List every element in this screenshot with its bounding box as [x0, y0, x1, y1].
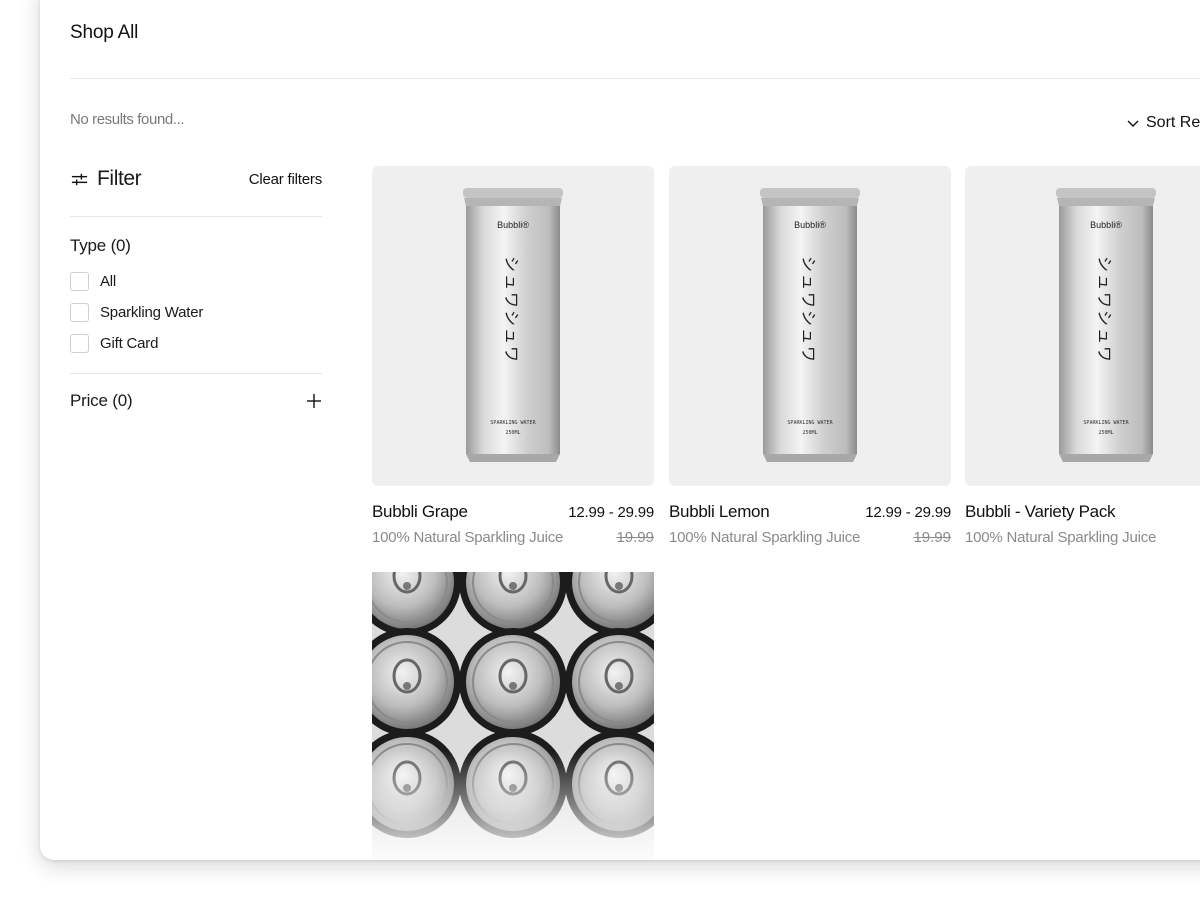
option-label: Sparkling Water	[100, 304, 204, 321]
product-name[interactable]: Bubbli - Variety Pack	[965, 502, 1116, 522]
product-image[interactable]: Bubbli® シュワシュワ SPARKLING WATER 250ML	[669, 166, 951, 486]
can-vertical-text: シュワシュワ	[799, 256, 818, 364]
can-product-image: Bubbli® シュワシュワ SPARKLING WATER 250ML	[1056, 188, 1156, 462]
type-option-sparkling-water[interactable]: Sparkling Water	[70, 303, 322, 322]
product-name[interactable]: Bubbli Lemon	[669, 502, 770, 522]
option-label: Gift Card	[100, 335, 159, 352]
product-old-price: 19.99	[616, 529, 654, 546]
product-card[interactable]: Bubbli® シュワシュワ SPARKLING WATER 250ML Bub…	[669, 166, 951, 546]
shop-window: Shop All No results found... Sort Releva…	[40, 0, 1200, 860]
filter-sidebar: Filter Clear filters Type (0) All Sparkl…	[70, 166, 322, 411]
can-line2-text: 250ML	[505, 430, 520, 436]
type-option-all[interactable]: All	[70, 272, 322, 291]
product-image[interactable]: Bubbli® シュワシュワ SPARKLING WATER 250ML	[965, 166, 1200, 486]
filter-divider	[70, 373, 322, 374]
product-name[interactable]: Bubbli Grape	[372, 502, 468, 522]
product-row-title: Bubbli - Variety Pack	[965, 502, 1200, 522]
can-product-image: Bubbli® シュワシュワ SPARKLING WATER 250ML	[760, 188, 860, 462]
checkbox[interactable]	[70, 303, 89, 322]
can-vertical-text: シュワシュワ	[1095, 256, 1114, 364]
filter-divider	[70, 216, 322, 217]
filter-title: Filter	[70, 167, 142, 191]
can-line1-text: SPARKLING WATER	[490, 420, 536, 426]
can-line1-text: SPARKLING WATER	[787, 420, 833, 426]
product-row-title: Bubbli Grape 12.99 - 29.99	[372, 502, 654, 522]
checkbox[interactable]	[70, 272, 89, 291]
product-row-sub: 100% Natural Sparkling Juice	[965, 529, 1200, 546]
product-subtitle: 100% Natural Sparkling Juice	[669, 529, 861, 546]
filter-label: Filter	[97, 167, 142, 190]
can-vertical-text: シュワシュワ	[502, 256, 521, 364]
product-card[interactable]: Bubbli® シュワシュワ SPARKLING WATER 250ML Bub…	[965, 166, 1200, 546]
product-old-price: 19.99	[913, 529, 951, 546]
can-line2-text: 250ML	[802, 430, 817, 436]
product-card[interactable]: Bubbli® シュワシュワ SPARKLING WATER 250ML Bub…	[372, 166, 654, 546]
type-options: All Sparkling Water Gift Card	[70, 272, 322, 353]
product-image[interactable]: Bubbli® シュワシュワ SPARKLING WATER 250ML	[372, 166, 654, 486]
chevron-down-icon	[1127, 120, 1139, 127]
product-price: 12.99 - 29.99	[568, 504, 654, 521]
sort-dropdown[interactable]: Sort Relevance	[1126, 114, 1200, 132]
plus-icon	[307, 394, 321, 408]
can-product-image: Bubbli® シュワシュワ SPARKLING WATER 250ML	[463, 188, 563, 462]
results-status: No results found...	[70, 111, 185, 128]
product-subtitle: 100% Natural Sparkling Juice	[965, 529, 1157, 546]
sort-label: Sort Relevance	[1146, 114, 1200, 131]
can-line1-text: SPARKLING WATER	[1083, 420, 1129, 426]
price-group-toggle[interactable]: Price (0)	[70, 391, 322, 411]
type-option-gift-card[interactable]: Gift Card	[70, 334, 322, 353]
filter-header: Filter Clear filters	[70, 166, 322, 192]
can-brand-text: Bubbli®	[794, 220, 826, 230]
checkbox[interactable]	[70, 334, 89, 353]
product-row-sub: 100% Natural Sparkling Juice 19.99	[372, 529, 654, 546]
product-row-sub: 100% Natural Sparkling Juice 19.99	[669, 529, 951, 546]
clear-filters-button[interactable]: Clear filters	[249, 171, 322, 188]
can-brand-text: Bubbli®	[497, 220, 529, 230]
price-group-title: Price (0)	[70, 391, 133, 410]
sliders-icon	[71, 173, 88, 185]
page-title: Shop All	[70, 22, 139, 43]
product-subtitle: 100% Natural Sparkling Juice	[372, 529, 564, 546]
can-brand-text: Bubbli®	[1090, 220, 1122, 230]
product-image-cans[interactable]	[372, 572, 654, 860]
option-label: All	[100, 273, 117, 290]
header-divider	[70, 78, 1200, 79]
can-line2-text: 250ML	[1098, 430, 1113, 436]
product-row-title: Bubbli Lemon 12.99 - 29.99	[669, 502, 951, 522]
product-price: 12.99 - 29.99	[865, 504, 951, 521]
type-group-title: Type (0)	[70, 236, 131, 255]
